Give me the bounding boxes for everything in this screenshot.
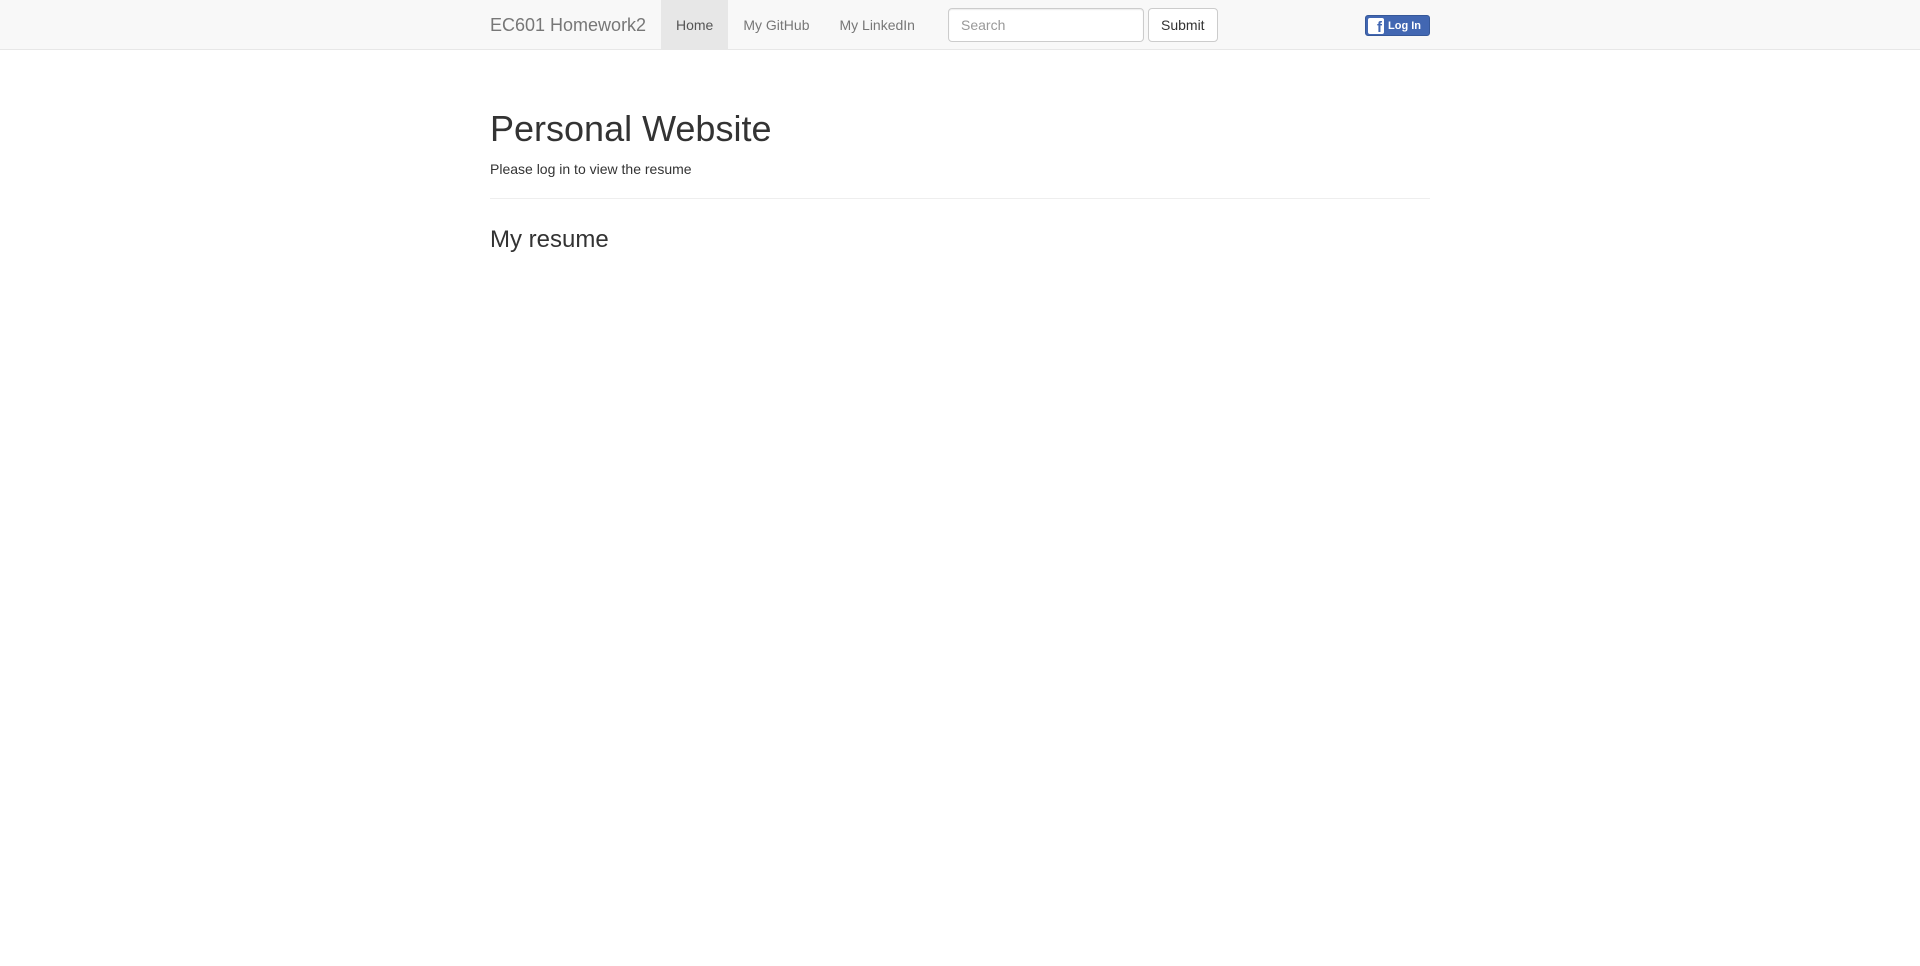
page-header: Personal Website Please log in to view t… — [490, 109, 1430, 199]
nav-github-link[interactable]: My GitHub — [728, 0, 824, 50]
page-subtitle: Please log in to view the resume — [490, 161, 692, 177]
top-navbar: EC601 Homework2 Home My GitHub My Linked… — [0, 0, 1920, 50]
main-content: Personal Website Please log in to view t… — [490, 50, 1430, 253]
search-form: Submit — [948, 8, 1218, 42]
facebook-login-label: Log In — [1388, 19, 1421, 32]
brand-link[interactable]: EC601 Homework2 — [490, 0, 646, 50]
nav-home-link[interactable]: Home — [661, 0, 729, 50]
submit-button[interactable]: Submit — [1148, 8, 1218, 42]
facebook-f-icon: f — [1368, 17, 1384, 34]
page-title: Personal Website — [490, 108, 772, 149]
resume-heading: My resume — [490, 226, 609, 253]
nav-links: Home My GitHub My LinkedIn — [661, 0, 930, 50]
facebook-login-button[interactable]: f Log In — [1365, 15, 1430, 36]
navbar-container: EC601 Homework2 Home My GitHub My Linked… — [475, 0, 1430, 50]
search-input[interactable] — [948, 8, 1144, 42]
nav-linkedin-link[interactable]: My LinkedIn — [824, 0, 929, 50]
